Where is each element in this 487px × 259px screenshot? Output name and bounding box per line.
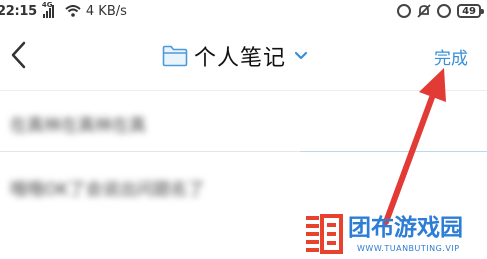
lock-rotation-icon (437, 4, 452, 18)
folder-icon (162, 45, 188, 67)
chevron-down-icon[interactable] (294, 51, 308, 61)
watermark-name: 团布游戏园 (348, 215, 463, 241)
wifi-icon (65, 5, 81, 17)
list-divider (0, 151, 487, 152)
status-bar: 22:15 4G 4 KB/s 49 (0, 0, 487, 22)
battery-icon: 49 (457, 4, 484, 18)
status-time: 22:15 (0, 3, 37, 19)
back-chevron-icon[interactable] (6, 40, 32, 70)
note-item-1[interactable]: 在真林在真林在真 (10, 111, 146, 136)
page-title: 个人笔记 (194, 46, 287, 71)
network-speed: 4 KB/s (85, 3, 127, 19)
folder-selector[interactable]: 个人笔记 (162, 42, 308, 71)
note-item-2[interactable]: 哦哦OK了会说出问题名了 (10, 175, 205, 200)
watermark-logo-icon (306, 214, 343, 254)
done-button[interactable]: 完成 (434, 44, 468, 69)
status-left: 22:15 4G 4 KB/s (0, 1, 127, 19)
network-type-label: 4G (41, 1, 53, 9)
mute-icon (417, 4, 431, 18)
header-divider (0, 90, 487, 91)
status-right: 49 (397, 4, 487, 18)
header-bar: 个人笔记 完成 (0, 32, 487, 82)
data-saver-icon (397, 4, 412, 18)
watermark-url: WWW.TUANBUTING.VIP (357, 244, 460, 253)
signal-icon: 4G (41, 1, 60, 18)
watermark: 团布游戏园 WWW.TUANBUTING.VIP (305, 214, 487, 259)
